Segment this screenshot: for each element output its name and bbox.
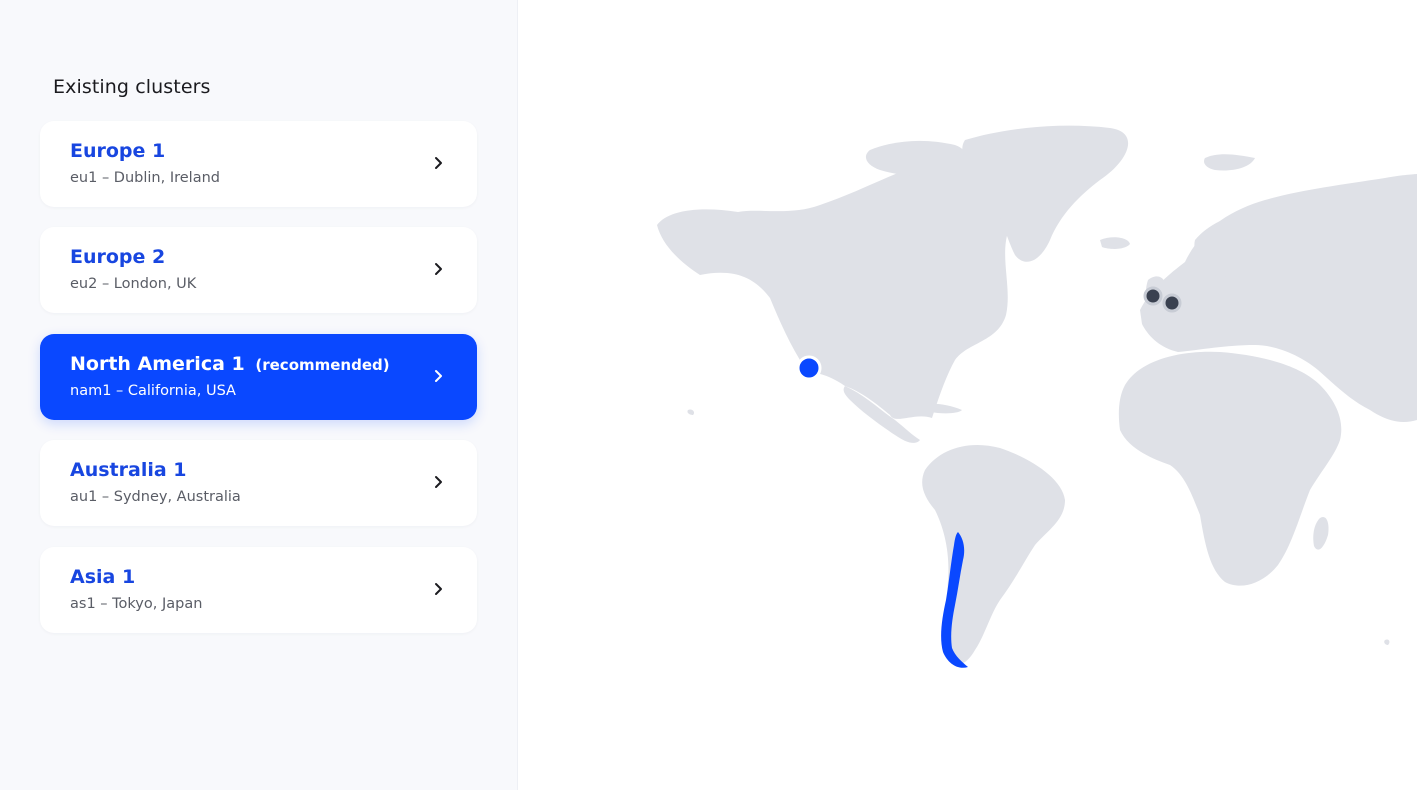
chevron-right-icon (435, 157, 442, 169)
cluster-card-north-america-1[interactable]: North America 1 (recommended) nam1 – Cal… (40, 334, 477, 420)
cluster-location: nam1 – California, USA (70, 383, 236, 399)
cluster-name: Asia 1 (70, 566, 136, 588)
cluster-location: eu2 – London, UK (70, 276, 197, 292)
cluster-card-australia-1[interactable]: Australia 1 au1 – Sydney, Australia (40, 440, 477, 526)
madagascar-shape (1313, 516, 1329, 550)
cluster-name: Europe 2 (70, 246, 166, 268)
north-america-shape (657, 158, 1013, 419)
cluster-sidebar: Existing clusters Europe 1 eu1 – Dublin,… (0, 0, 518, 790)
arctic-islands-shape (865, 140, 967, 177)
chevron-right-icon (435, 476, 442, 488)
cluster-marker-eu2[interactable] (1162, 293, 1182, 313)
cluster-name: Australia 1 (70, 459, 187, 481)
africa-shape (1118, 351, 1342, 586)
cluster-card-europe-1[interactable]: Europe 1 eu1 – Dublin, Ireland (40, 121, 477, 207)
world-map-land (657, 125, 1417, 664)
cluster-location: eu1 – Dublin, Ireland (70, 170, 220, 186)
section-title: Existing clusters (53, 76, 211, 98)
cluster-name-text: North America 1 (70, 353, 245, 375)
cluster-name: Europe 1 (70, 140, 166, 162)
cluster-location: as1 – Tokyo, Japan (70, 596, 203, 612)
cluster-location: au1 – Sydney, Australia (70, 489, 241, 505)
chevron-right-icon (435, 370, 442, 382)
chevron-right-icon (435, 583, 442, 595)
cluster-marker-eu1[interactable] (1143, 286, 1163, 306)
iceland-shape (1100, 237, 1130, 249)
chevron-right-icon (435, 263, 442, 275)
world-map (657, 125, 1417, 668)
small-island-shape (687, 409, 695, 415)
cluster-name: North America 1 (recommended) (70, 353, 390, 375)
small-island-shape (1384, 639, 1390, 645)
svalbard-shape (1204, 154, 1255, 171)
recommended-badge: (recommended) (255, 356, 390, 374)
cluster-card-asia-1[interactable]: Asia 1 as1 – Tokyo, Japan (40, 547, 477, 633)
cluster-card-europe-2[interactable]: Europe 2 eu2 – London, UK (40, 227, 477, 313)
cluster-marker-nam1[interactable] (796, 355, 822, 381)
